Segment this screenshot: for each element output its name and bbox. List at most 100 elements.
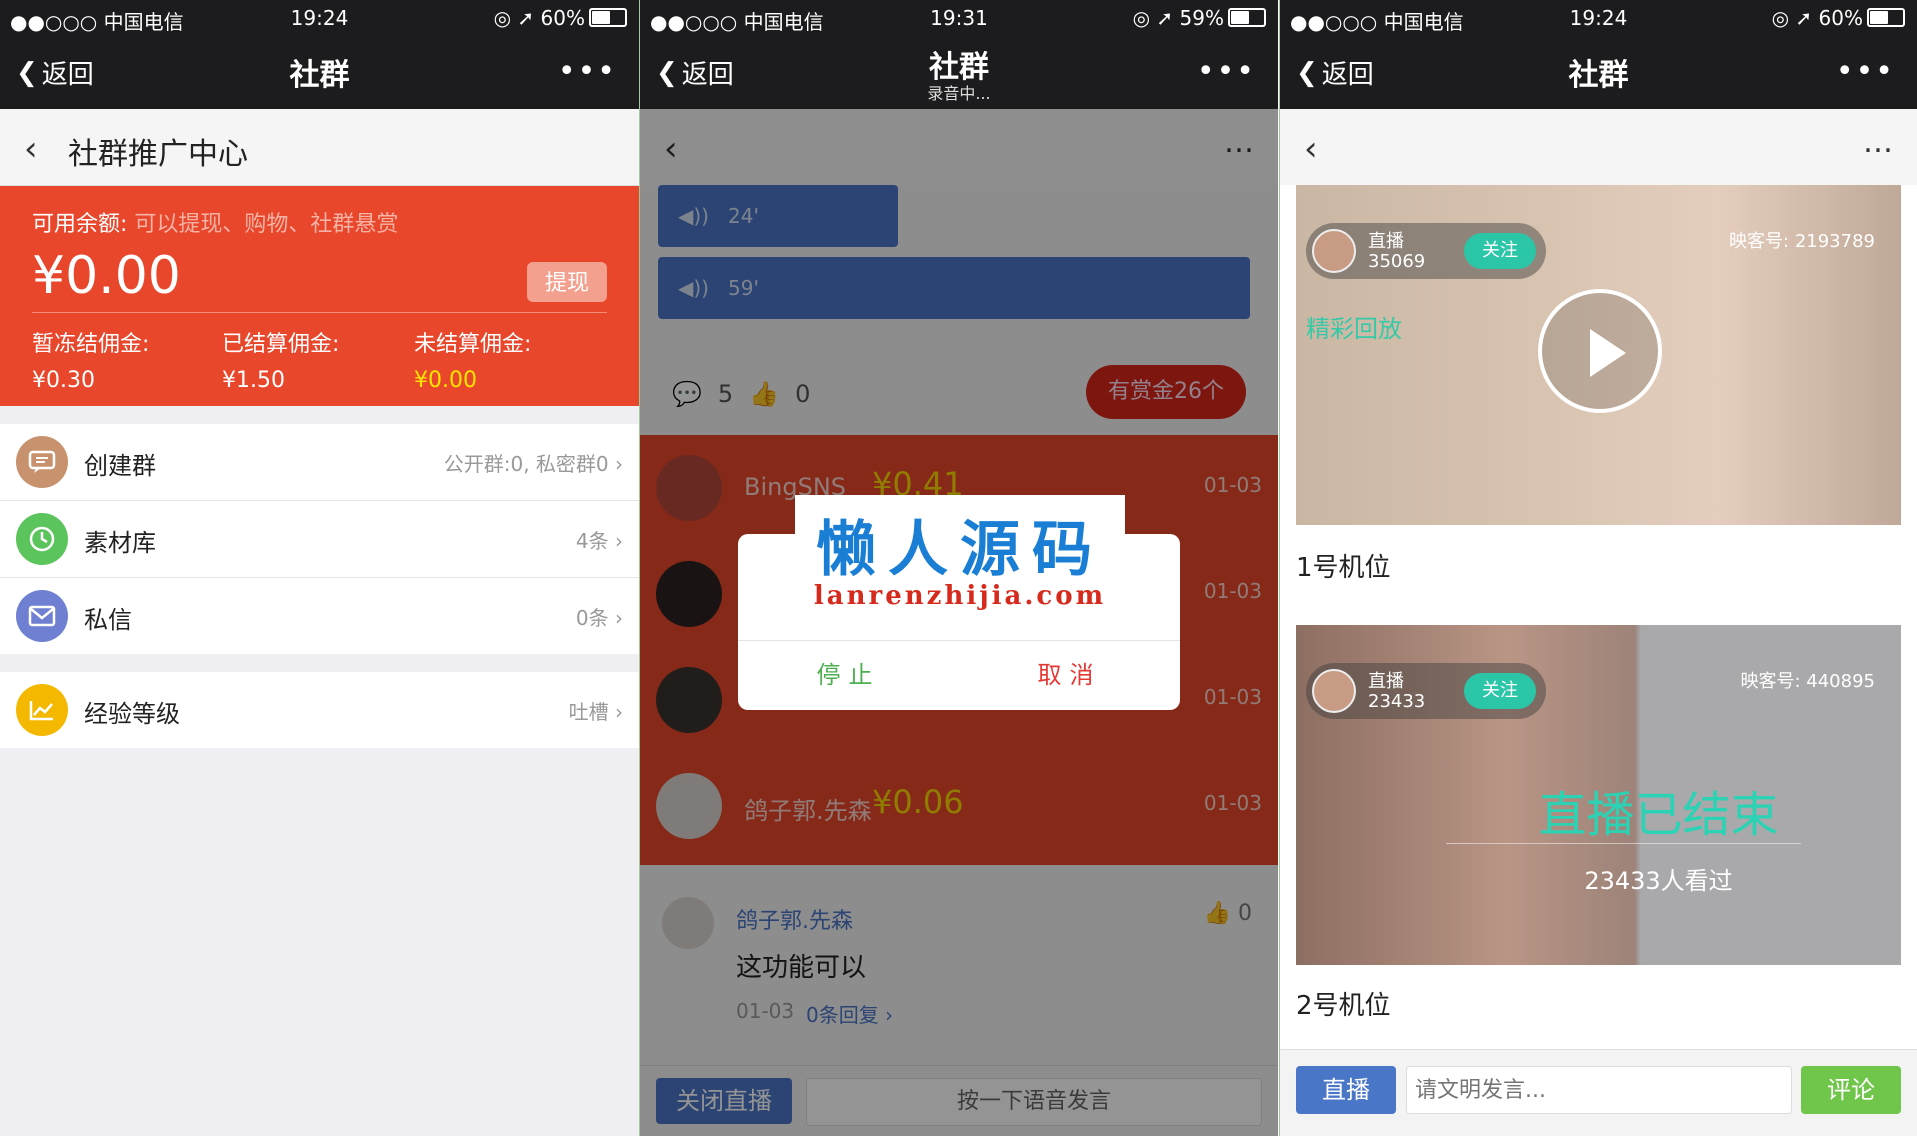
battery-icon (589, 8, 627, 27)
battery-icon (1867, 8, 1905, 27)
unsettled-value: ¥0.00 (414, 368, 477, 393)
menu-group: 创建群 公开群:0, 私密群0 › 素材库 4条 › 私信 0条 › (0, 424, 639, 654)
page-header: ‹ 社群推广中心 (0, 109, 639, 186)
live-status: 直播 (1368, 671, 1404, 692)
menu-value: 4条 › (576, 525, 623, 554)
menu-value-text: 吐槽 (568, 700, 609, 724)
battery-percent: 59% (1179, 6, 1224, 30)
menu-item-messages[interactable]: 私信 0条 › (0, 578, 639, 654)
live-button[interactable]: 直播 (1296, 1066, 1396, 1114)
follow-button[interactable]: 关注 (1464, 673, 1536, 709)
menu-item-create-group[interactable]: 创建群 公开群:0, 私密群0 › (0, 424, 639, 501)
comment-submit-button[interactable]: 评论 (1801, 1066, 1901, 1114)
more-icon[interactable]: ••• (1836, 54, 1895, 89)
menu-label: 私信 (84, 606, 132, 634)
site-watermark-logo: 懒人源码 lanrenzhijia.com (795, 495, 1125, 625)
status-bar: ●●○○○ 中国电信 19:24 ◎ ➚ 60% (0, 0, 639, 36)
menu-item-materials[interactable]: 素材库 4条 › (0, 501, 639, 578)
wechat-navbar: ❮ 返回 社群 ••• (0, 36, 639, 109)
status-bar: ●●○○○ 中国电信 19:24 ◎ ➚ 60% (1280, 0, 1917, 36)
screen-live-list: ●●○○○ 中国电信 19:24 ◎ ➚ 60% ❮ 返回 社群 ••• ‹ … … (1280, 0, 1917, 1136)
balance-label: 可用余额: (32, 212, 128, 237)
video-card[interactable]: 直播 23433 关注 映客号: 440895 直播已结束 23433人看过 (1296, 625, 1901, 965)
balance-card: 可用余额: 可以提现、购物、社群悬赏 ¥0.00 提现 暂冻结佣金: ¥0.30 … (0, 186, 639, 406)
viewer-label: 映客号: (1729, 231, 1790, 252)
battery-level (592, 11, 611, 24)
camera-label: 1号机位 (1296, 553, 1391, 583)
battery-level (1870, 11, 1889, 24)
withdraw-button[interactable]: 提现 (527, 262, 607, 302)
divider (32, 312, 607, 313)
settled-commission: 已结算佣金: ¥1.50 (222, 326, 339, 393)
follow-button[interactable]: 关注 (1464, 233, 1536, 269)
play-icon[interactable] (1538, 289, 1662, 413)
level-group: 经验等级 吐槽 › (0, 672, 639, 748)
wechat-navbar: ❮ 返回 社群 ••• (1280, 36, 1917, 109)
battery-percent: 60% (1818, 6, 1863, 30)
watermark-en: lanrenzhijia.com (813, 581, 1107, 611)
anchor-id: 23433 (1368, 691, 1426, 712)
mail-icon (16, 590, 68, 642)
comment-input[interactable] (1406, 1066, 1792, 1114)
unsettled-label: 未结算佣金: (414, 332, 532, 357)
page-header: ‹ … (1280, 109, 1917, 186)
wechat-navbar: ❮ 返回 社群 录音中... ••• (640, 36, 1278, 109)
menu-value-text: 0条 (575, 606, 609, 630)
chevron-right-icon: › (615, 700, 623, 724)
unsettled-commission: 未结算佣金: ¥0.00 (414, 326, 531, 393)
cancel-button[interactable]: 取消 (959, 640, 1180, 710)
clock-icon (16, 513, 68, 565)
more-icon[interactable]: ••• (1197, 54, 1256, 89)
viewer-value: 2193789 (1794, 231, 1875, 252)
viewer-id: 映客号: 440895 (1740, 667, 1875, 693)
menu-value-text: 4条 (575, 529, 609, 553)
chevron-right-icon: › (615, 452, 623, 476)
chat-icon (16, 436, 68, 488)
camera-label: 2号机位 (1296, 991, 1391, 1021)
avatar (1312, 229, 1356, 273)
chevron-right-icon: › (615, 606, 623, 630)
viewer-value: 440895 (1806, 671, 1875, 692)
viewer-label: 映客号: (1740, 671, 1801, 692)
page-back-icon[interactable]: ‹ (1304, 129, 1318, 169)
page-back-icon[interactable]: ‹ (24, 129, 38, 169)
settled-value: ¥1.50 (222, 368, 285, 393)
anchor-id: 35069 (1368, 251, 1426, 272)
battery-icon (1228, 8, 1266, 27)
battery-percent: 60% (540, 6, 585, 30)
replay-label: 精彩回放 (1306, 315, 1402, 343)
watched-count: 23433人看过 (1584, 867, 1733, 895)
balance-hint: 可以提现、购物、社群悬赏 (134, 212, 399, 237)
balance-amount: ¥0.00 (32, 246, 181, 306)
menu-value: 吐槽 › (569, 696, 623, 725)
nav-title: 社群 (1568, 58, 1629, 93)
menu-label: 素材库 (84, 529, 156, 557)
battery-status: ◎ ➚ 60% (1772, 6, 1905, 30)
frozen-label: 暂冻结佣金: (32, 332, 150, 357)
chevron-right-icon: › (615, 529, 623, 553)
page-title: 社群推广中心 (68, 137, 248, 172)
nav-subtitle: 录音中... (927, 84, 991, 103)
menu-label: 经验等级 (84, 700, 180, 728)
stop-button[interactable]: 停止 (738, 640, 959, 710)
menu-value-text: 公开群:0, 私密群0 (443, 452, 609, 476)
settled-label: 已结算佣金: (222, 332, 340, 357)
menu-value: 0条 › (576, 602, 623, 631)
battery-level (1231, 11, 1250, 24)
menu-label: 创建群 (84, 452, 156, 480)
screen-promotion-center: ●●○○○ 中国电信 19:24 ◎ ➚ 60% ❮ 返回 社群 ••• ‹ 社群… (0, 0, 639, 1136)
avatar (1312, 669, 1356, 713)
frozen-commission: 暂冻结佣金: ¥0.30 (32, 326, 149, 393)
chart-icon (16, 684, 68, 736)
more-icon[interactable]: ••• (558, 54, 617, 89)
live-status: 直播 (1368, 231, 1404, 252)
divider (1446, 843, 1801, 844)
live-ended-text: 直播已结束 (1538, 787, 1779, 843)
battery-status: ◎ ➚ 59% (1133, 6, 1266, 30)
menu-item-level[interactable]: 经验等级 吐槽 › (0, 672, 639, 748)
anchor-info: 直播 35069 关注 (1306, 223, 1546, 279)
frozen-value: ¥0.30 (32, 368, 95, 393)
video-card[interactable]: 直播 35069 关注 映客号: 2193789 精彩回放 (1296, 185, 1901, 525)
page-more-icon[interactable]: … (1863, 125, 1893, 160)
video-list: 直播 35069 关注 映客号: 2193789 精彩回放 1号机位 直播 23… (1280, 185, 1917, 1050)
